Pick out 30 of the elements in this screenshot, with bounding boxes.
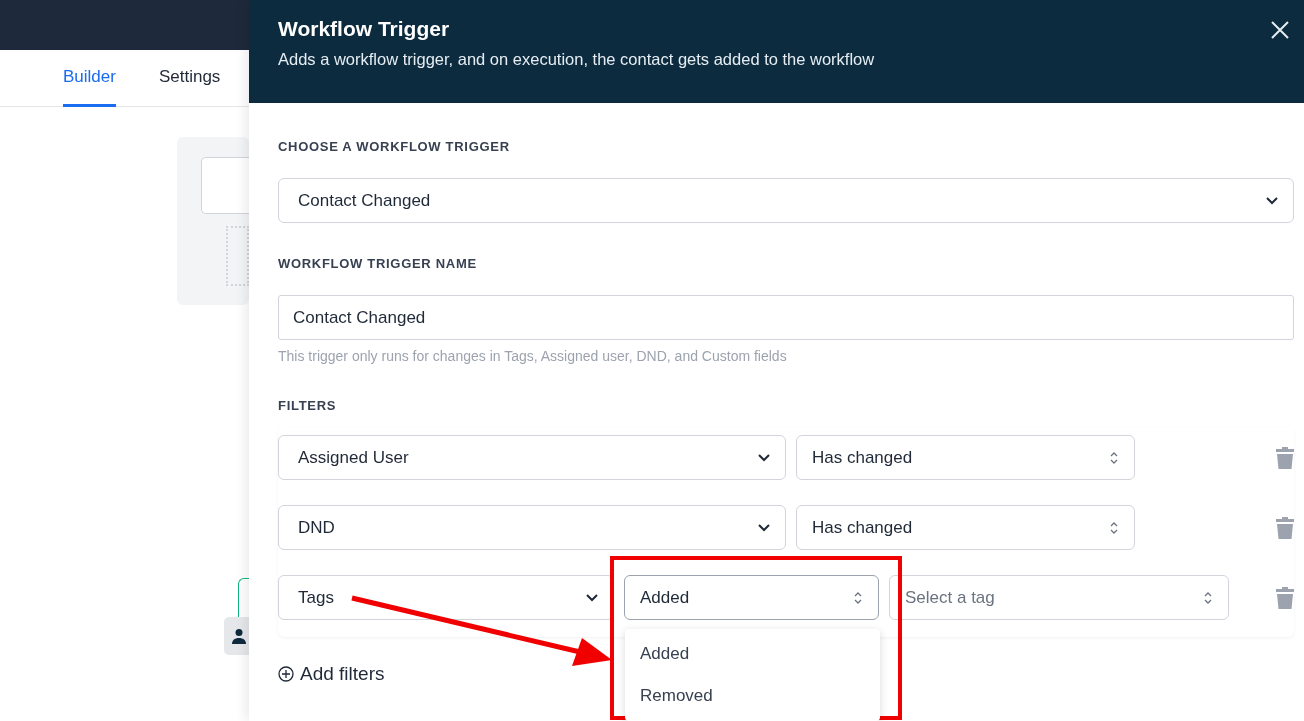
trigger-name-field[interactable]: Contact Changed	[278, 295, 1294, 340]
chevron-down-icon	[758, 523, 770, 532]
trash-icon[interactable]	[1276, 516, 1294, 539]
filter-field-select[interactable]: DND	[278, 505, 786, 550]
close-button[interactable]	[1270, 20, 1290, 40]
page-tab[interactable]: Builder	[63, 50, 116, 107]
condition-select[interactable]: Has changed	[796, 435, 1135, 480]
filter-field-select[interactable]: Assigned User	[278, 435, 786, 480]
plus-circle-icon	[278, 666, 294, 682]
page-tab[interactable]: Settings	[158, 50, 221, 107]
contact-node[interactable]	[224, 617, 249, 655]
add-filters-button[interactable]: Add filters	[278, 663, 385, 685]
menu-option[interactable]: Removed	[625, 675, 880, 717]
trigger-select[interactable]: Contact Changed	[278, 178, 1294, 223]
trash-icon[interactable]	[1276, 586, 1294, 609]
canvas-node[interactable]	[201, 157, 249, 214]
chevron-down-icon	[1266, 196, 1278, 205]
person-icon	[231, 628, 247, 644]
trash-icon[interactable]	[1276, 446, 1294, 469]
tag-select[interactable]: Select a tag	[889, 575, 1229, 620]
chevron-down-icon	[758, 453, 770, 462]
panel-title: Workflow Trigger	[278, 17, 451, 41]
panel-subtitle: Adds a workflow trigger, and on execution, the contact gets added to the workflow	[278, 50, 875, 69]
field-label: WORKFLOW TRIGGER NAME	[278, 256, 477, 271]
field-hint: This trigger only runs for changes in Tags, Assigned user, DND, and Custom fields	[278, 348, 787, 364]
field-label: CHOOSE A WORKFLOW TRIGGER	[278, 139, 510, 154]
condition-select[interactable]: Has changed	[796, 505, 1135, 550]
chevron-down-icon	[586, 593, 598, 602]
field-label: FILTERS	[278, 398, 337, 413]
menu-option[interactable]: Added	[625, 633, 880, 675]
